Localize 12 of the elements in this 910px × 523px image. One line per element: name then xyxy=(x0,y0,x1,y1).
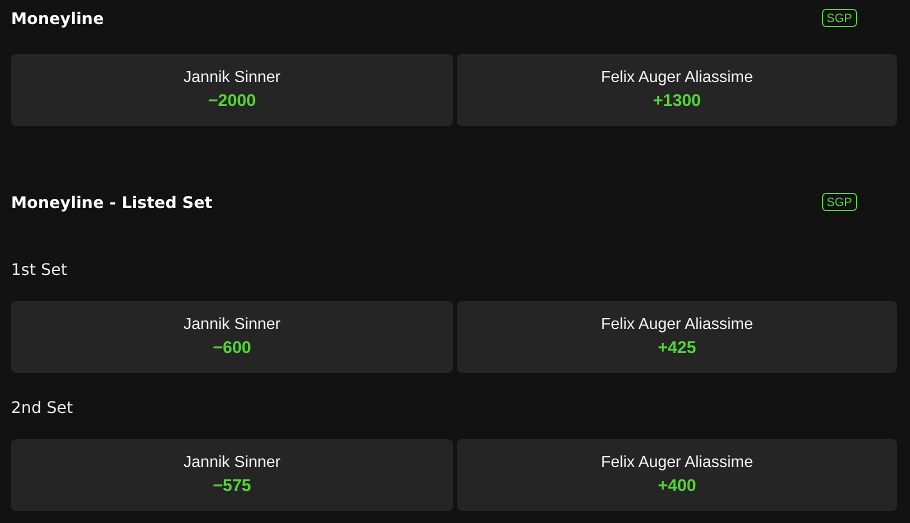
market-title: Moneyline - Listed Set xyxy=(11,192,212,212)
set-label: 2nd Set xyxy=(11,397,74,419)
odds-button[interactable]: Jannik Sinner −2000 xyxy=(11,54,453,126)
sgp-badge: SGP xyxy=(822,9,857,27)
odds-button[interactable]: Felix Auger Aliassime +400 xyxy=(457,439,897,511)
odds-button[interactable]: Jannik Sinner −600 xyxy=(11,301,453,373)
market-title: Moneyline xyxy=(11,8,104,28)
set-label: 1st Set xyxy=(11,259,68,281)
sgp-badge: SGP xyxy=(822,193,857,211)
odds-button[interactable]: Jannik Sinner −575 xyxy=(11,439,453,511)
odds-button[interactable]: Felix Auger Aliassime +1300 xyxy=(457,54,897,126)
odds-button[interactable]: Felix Auger Aliassime +425 xyxy=(457,301,897,373)
